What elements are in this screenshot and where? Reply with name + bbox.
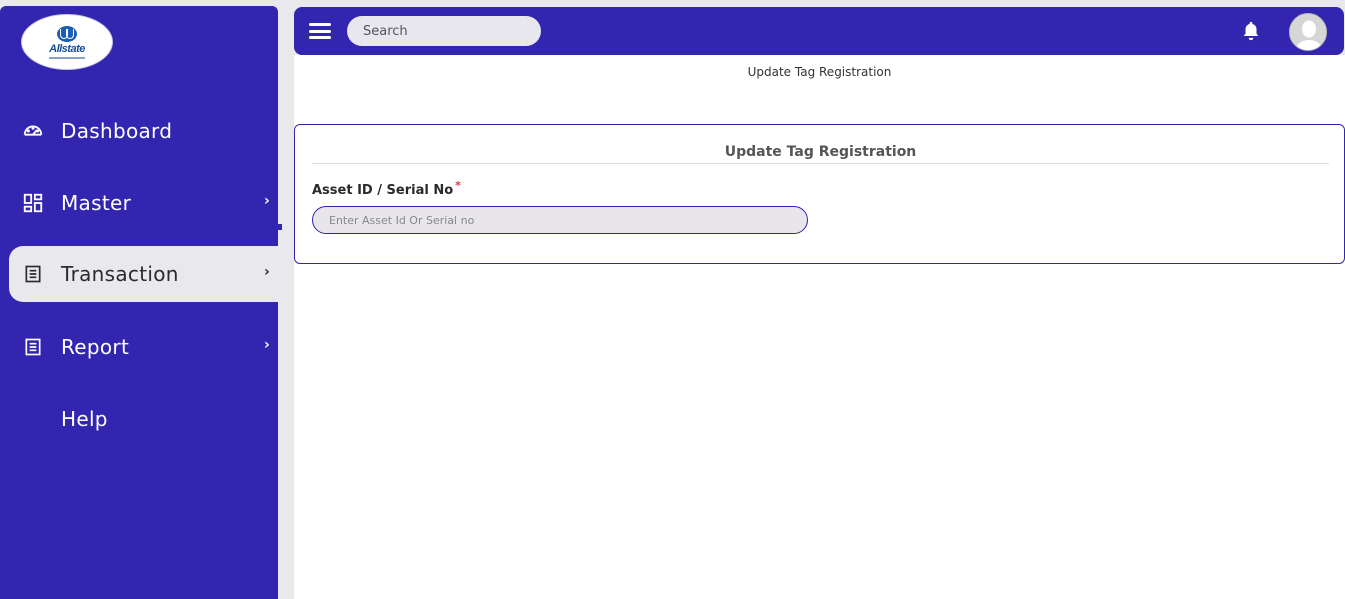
search-input[interactable] [347,16,541,46]
sidebar-item-label: Report [61,335,130,359]
sidebar-item-help[interactable]: Help [9,391,282,447]
sidebar-item-label: Master [61,191,132,215]
chevron-right-icon: › [264,193,270,209]
asset-id-input[interactable] [312,206,808,234]
sidebar-item-report[interactable]: Report › [9,319,282,375]
asset-id-label: Asset ID / Serial No * [312,179,461,198]
grid-icon [21,191,45,215]
asset-id-label-text: Asset ID / Serial No [312,183,454,198]
sidebar-item-label: Dashboard [61,119,173,143]
bell-icon[interactable] [1240,20,1262,42]
report-icon [21,335,45,359]
company-logo[interactable]: Allstate [21,14,113,70]
user-avatar-icon[interactable] [1289,13,1327,51]
chevron-right-icon: › [264,337,270,353]
sidebar-item-label: Help [61,407,108,431]
logo-text: Allstate [49,42,85,55]
hamburger-menu-icon[interactable] [309,23,331,39]
allstate-hands-icon [57,25,77,42]
sidebar: Allstate [0,6,278,599]
form-card: Update Tag Registration Asset ID / Seria… [294,124,1345,264]
form-title: Update Tag Registration [312,144,1329,164]
logo-underline [49,56,85,59]
sidebar-item-master[interactable]: Master › [9,175,282,231]
receipt-icon [21,262,45,286]
sidebar-item-label: Transaction [61,262,179,286]
main-content: Update Tag Registration Update Tag Regis… [294,55,1345,599]
page-title: Update Tag Registration [747,65,892,79]
required-marker: * [455,179,461,192]
speedometer-icon [21,119,45,143]
sidebar-item-dashboard[interactable]: Dashboard [9,103,282,159]
sidebar-item-transaction[interactable]: Transaction › [9,230,286,318]
chevron-right-icon: › [264,264,270,280]
help-icon-placeholder [21,407,45,431]
top-bar [294,7,1344,55]
